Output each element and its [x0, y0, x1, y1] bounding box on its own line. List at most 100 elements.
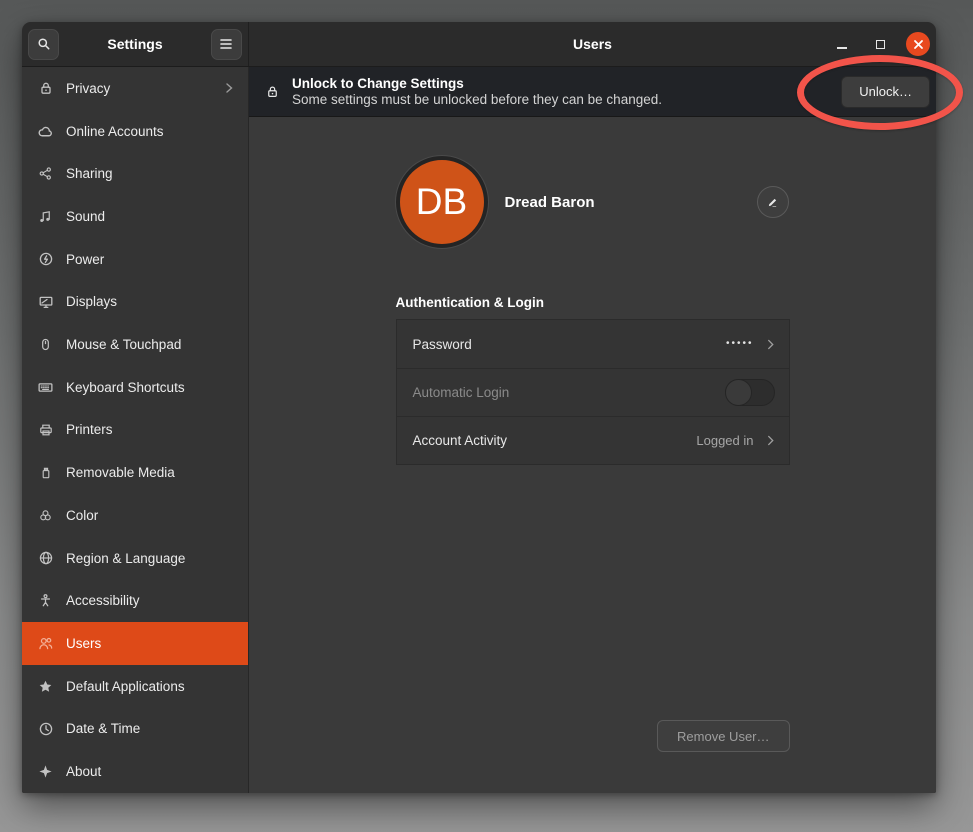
maximize-icon — [876, 40, 885, 49]
password-value: ••••• — [726, 338, 754, 349]
pencil-icon — [766, 196, 779, 209]
banner-title: Unlock to Change Settings — [292, 76, 829, 91]
window-controls — [830, 32, 930, 56]
sidebar-item-color[interactable]: Color — [22, 494, 248, 537]
remove-user-button[interactable]: Remove User… — [657, 720, 789, 752]
avatar[interactable]: DB — [396, 156, 488, 248]
chevron-right-icon — [766, 338, 775, 351]
automatic-login-row: Automatic Login — [397, 368, 789, 416]
content-headerbar: Users — [249, 22, 936, 66]
cloud-icon — [37, 123, 54, 140]
mouse-icon — [37, 336, 54, 353]
toggle-knob — [725, 379, 752, 406]
sidebar-item-users[interactable]: Users — [22, 622, 248, 665]
users-panel: Unlock to Change Settings Some settings … — [249, 67, 936, 793]
printer-icon — [37, 421, 54, 438]
section-title: Authentication & Login — [396, 295, 790, 310]
sidebar-item-region-language[interactable]: Region & Language — [22, 537, 248, 580]
sidebar-item-default-applications[interactable]: Default Applications — [22, 665, 248, 708]
search-button[interactable] — [28, 29, 59, 60]
user-name: Dread Baron — [505, 194, 595, 211]
sidebar-item-removable-media[interactable]: Removable Media — [22, 451, 248, 494]
desktop-backdrop: Settings Users — [0, 0, 973, 832]
clock-icon — [37, 720, 54, 737]
music-note-icon — [37, 208, 54, 225]
password-row[interactable]: Password ••••• — [397, 320, 789, 368]
banner-text: Unlock to Change Settings Some settings … — [292, 76, 829, 107]
sidebar-item-label: Printers — [66, 422, 234, 437]
sidebar-item-sharing[interactable]: Sharing — [22, 152, 248, 195]
keyboard-icon — [37, 379, 54, 396]
sidebar-item-accessibility[interactable]: Accessibility — [22, 579, 248, 622]
maximize-button[interactable] — [868, 32, 892, 56]
chevron-right-icon — [224, 82, 234, 94]
sidebar-item-mouse-touchpad[interactable]: Mouse & Touchpad — [22, 323, 248, 366]
sidebar-item-label: Displays — [66, 294, 234, 309]
sidebar-item-label: Sound — [66, 209, 234, 224]
removable-media-icon — [37, 464, 54, 481]
sidebar: Privacy Online Accounts — [22, 67, 249, 793]
sidebar-item-online-accounts[interactable]: Online Accounts — [22, 110, 248, 153]
account-activity-label: Account Activity — [413, 433, 685, 448]
lock-icon — [265, 84, 280, 99]
auth-login-card: Password ••••• Automatic Login — [396, 319, 790, 465]
sidebar-item-label: About — [66, 764, 234, 779]
power-icon — [37, 251, 54, 268]
sidebar-item-label: Region & Language — [66, 551, 234, 566]
edit-name-button[interactable] — [757, 186, 789, 218]
sidebar-item-displays[interactable]: Displays — [22, 281, 248, 324]
close-button[interactable] — [906, 32, 930, 56]
accessibility-icon — [37, 592, 54, 609]
sidebar-item-label: Default Applications — [66, 679, 234, 694]
user-profile-row: DB Dread Baron — [396, 154, 790, 250]
sidebar-item-power[interactable]: Power — [22, 238, 248, 281]
minimize-button[interactable] — [830, 32, 854, 56]
chevron-right-icon — [766, 434, 775, 447]
sidebar-item-printers[interactable]: Printers — [22, 409, 248, 452]
unlock-banner: Unlock to Change Settings Some settings … — [249, 67, 936, 117]
star-icon — [37, 678, 54, 695]
automatic-login-toggle[interactable] — [725, 379, 775, 406]
users-icon — [37, 635, 54, 652]
account-activity-row[interactable]: Account Activity Logged in — [397, 416, 789, 464]
window-body: Privacy Online Accounts — [22, 67, 936, 793]
sparkle-icon — [37, 763, 54, 780]
sidebar-item-label: Removable Media — [66, 465, 234, 480]
sidebar-item-label: Online Accounts — [66, 124, 234, 139]
lock-icon — [37, 80, 54, 97]
sidebar-item-label: Sharing — [66, 166, 234, 181]
sidebar-item-label: Accessibility — [66, 593, 234, 608]
sidebar-item-sound[interactable]: Sound — [22, 195, 248, 238]
close-icon — [913, 39, 924, 50]
account-activity-value: Logged in — [696, 433, 753, 448]
display-icon — [37, 293, 54, 310]
sidebar-item-about[interactable]: About — [22, 750, 248, 793]
share-icon — [37, 165, 54, 182]
color-circles-icon — [37, 507, 54, 524]
search-icon — [36, 36, 52, 52]
sidebar-item-label: Users — [66, 636, 234, 651]
hamburger-menu-icon — [219, 38, 233, 50]
app-title: Settings — [107, 36, 162, 52]
sidebar-item-label: Date & Time — [66, 721, 234, 736]
sidebar-item-keyboard-shortcuts[interactable]: Keyboard Shortcuts — [22, 366, 248, 409]
minimize-icon — [837, 47, 847, 49]
globe-icon — [37, 550, 54, 567]
settings-window: Settings Users — [22, 22, 936, 793]
password-label: Password — [413, 337, 714, 352]
remove-user-row: Remove User… — [396, 720, 790, 793]
sidebar-item-label: Mouse & Touchpad — [66, 337, 234, 352]
users-main: DB Dread Baron Authentication & Login — [249, 117, 936, 793]
sidebar-item-label: Privacy — [66, 81, 212, 96]
unlock-button[interactable]: Unlock… — [841, 76, 930, 108]
sidebar-item-label: Keyboard Shortcuts — [66, 380, 234, 395]
sidebar-item-privacy[interactable]: Privacy — [22, 67, 248, 110]
banner-subtitle: Some settings must be unlocked before th… — [292, 92, 829, 107]
titlebar: Settings Users — [22, 22, 936, 67]
sidebar-item-label: Power — [66, 252, 234, 267]
automatic-login-label: Automatic Login — [413, 385, 713, 400]
menu-button[interactable] — [211, 29, 242, 60]
sidebar-item-label: Color — [66, 508, 234, 523]
sidebar-item-date-time[interactable]: Date & Time — [22, 708, 248, 751]
sidebar-headerbar: Settings — [22, 22, 249, 66]
